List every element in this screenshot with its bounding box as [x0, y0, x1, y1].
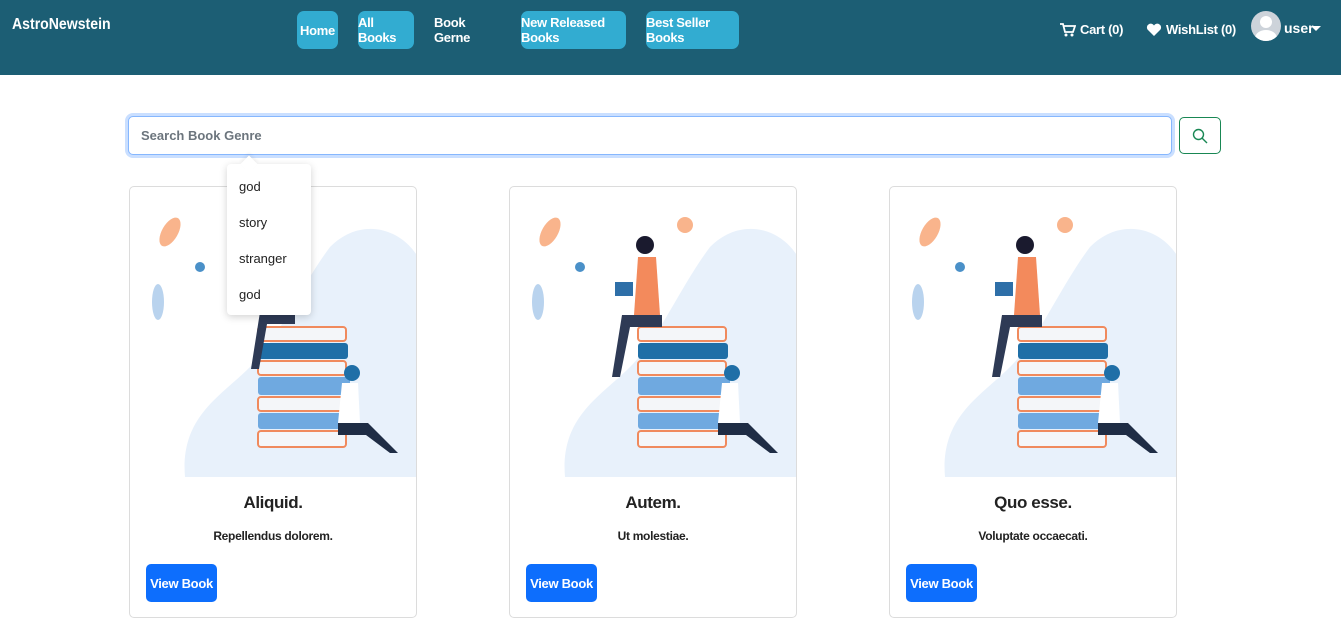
- heart-icon: [1146, 23, 1162, 36]
- book-title: Autem.: [625, 493, 681, 512]
- book-description: Voluptate occaecati.: [978, 529, 1088, 543]
- book-description: Repellendus dolorem.: [213, 529, 333, 543]
- book-illustration: [532, 217, 796, 477]
- cart-link[interactable]: Cart (0): [1060, 22, 1123, 37]
- search-input[interactable]: [128, 116, 1172, 155]
- search-suggestions: god story stranger god: [227, 164, 311, 315]
- navbar: AstroNewstein Home All Books Book Gerne …: [0, 0, 1341, 75]
- cart-icon: [1060, 22, 1076, 36]
- search-icon: [1192, 128, 1208, 143]
- suggestion-item[interactable]: god: [239, 287, 261, 302]
- book-card: Autem. Ut molestiae. View Book: [509, 186, 797, 618]
- view-book-button[interactable]: View Book: [906, 564, 977, 602]
- suggestion-item[interactable]: stranger: [239, 251, 287, 266]
- view-book-button[interactable]: View Book: [526, 564, 597, 602]
- chevron-down-icon[interactable]: [1311, 26, 1321, 31]
- book-description: Ut molestiae.: [617, 529, 689, 543]
- wishlist-label: WishList (0): [1166, 22, 1236, 37]
- suggestion-item[interactable]: story: [239, 215, 267, 230]
- book-stack: [1017, 326, 1110, 448]
- search-button[interactable]: [1179, 117, 1221, 154]
- cart-label: Cart (0): [1080, 22, 1124, 37]
- nav-best-seller-books[interactable]: Best Seller Books: [646, 11, 739, 49]
- nav-new-released-books[interactable]: New Released Books: [521, 11, 626, 49]
- book-title: Quo esse.: [994, 493, 1072, 512]
- brand-logo[interactable]: AstroNewstein: [12, 16, 111, 34]
- book-card: Quo esse. Voluptate occaecati. View Book: [889, 186, 1177, 618]
- book-stack: [257, 326, 350, 448]
- wishlist-link[interactable]: WishList (0): [1146, 22, 1236, 37]
- book-stack: [637, 326, 730, 448]
- nav-home[interactable]: Home: [297, 11, 338, 49]
- user-name[interactable]: user: [1284, 20, 1314, 36]
- view-book-button[interactable]: View Book: [146, 564, 217, 602]
- nav-all-books[interactable]: All Books: [358, 11, 414, 49]
- nav-book-genre[interactable]: Book Gerne: [434, 11, 502, 49]
- book-title: Aliquid.: [243, 493, 303, 512]
- book-illustration: [912, 217, 1176, 477]
- suggestion-item[interactable]: god: [239, 179, 261, 194]
- user-avatar[interactable]: [1251, 11, 1281, 41]
